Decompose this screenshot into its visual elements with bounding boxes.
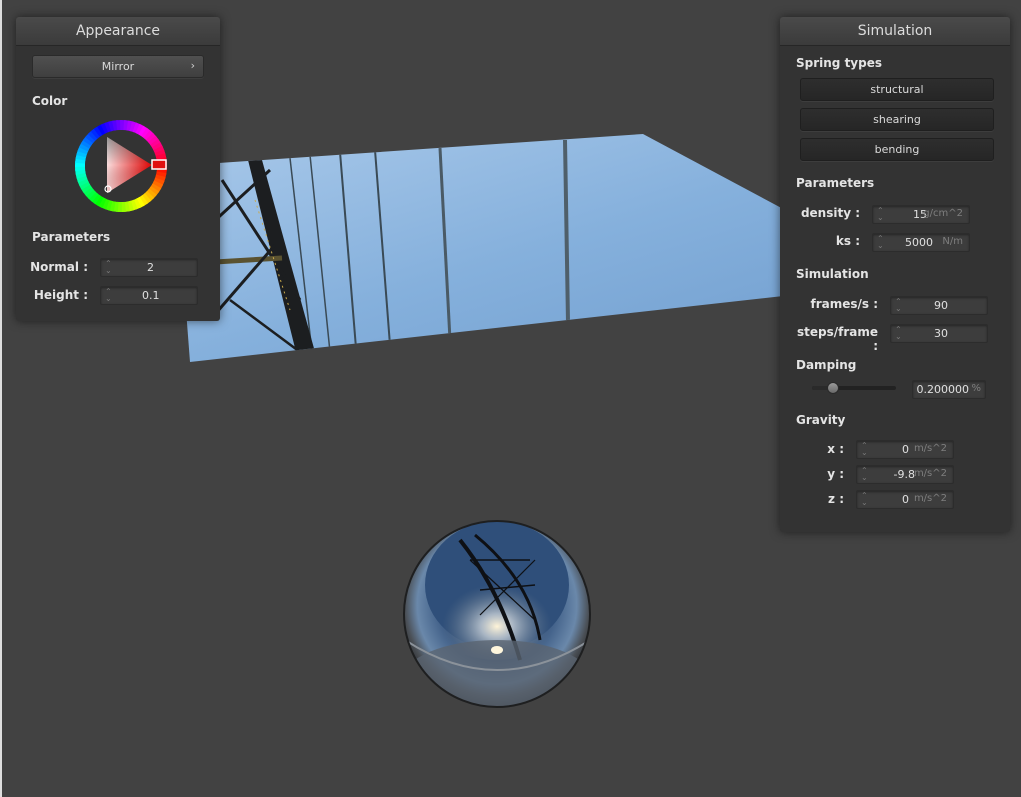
ks-label: ks :	[835, 234, 860, 248]
gravity-z-value: 0	[902, 493, 909, 506]
gravity-z-unit: m/s^2	[913, 493, 947, 504]
gravity-label: Gravity	[796, 413, 846, 427]
fps-label: frames/s :	[810, 297, 878, 311]
spring-types-label: Spring types	[796, 56, 883, 70]
gravity-x-input[interactable]: ⌃ ⌄ 0 m/s^2	[856, 440, 954, 459]
damping-unit: %	[971, 383, 981, 394]
damping-label: Damping	[796, 358, 857, 372]
appearance-parameters-label: Parameters	[32, 230, 111, 244]
simulation-panel: Simulation Spring types structural shear…	[780, 17, 1010, 532]
spinner-icon[interactable]: ⌃ ⌄	[861, 442, 868, 457]
spinner-icon[interactable]: ⌃ ⌄	[877, 235, 884, 250]
chevron-right-icon: ›	[190, 59, 195, 72]
color-label: Color	[32, 94, 68, 108]
height-input[interactable]: ⌃ ⌄ 0.1	[100, 286, 198, 305]
gravity-x-value: 0	[902, 443, 909, 456]
appearance-panel-title[interactable]: Appearance	[16, 17, 220, 46]
gravity-z-label: z :	[828, 492, 844, 506]
bending-button[interactable]: bending	[800, 138, 994, 161]
gravity-y-input[interactable]: ⌃ ⌄ -9.8 m/s^2	[856, 465, 954, 484]
damping-input[interactable]: 0.200000 %	[912, 380, 986, 399]
color-wheel[interactable]	[74, 119, 169, 214]
simulation-panel-title[interactable]: Simulation	[780, 17, 1010, 46]
height-value: 0.1	[142, 289, 160, 302]
mirror-sphere	[403, 520, 591, 708]
spinner-icon[interactable]: ⌃ ⌄	[895, 326, 902, 341]
appearance-panel: Appearance Mirror › Color Parameters Nor…	[16, 17, 220, 321]
fps-value: 90	[934, 299, 948, 312]
gravity-z-input[interactable]: ⌃ ⌄ 0 m/s^2	[856, 490, 954, 509]
ks-value: 5000	[905, 236, 933, 249]
damping-value: 0.200000	[916, 383, 970, 396]
density-label: density :	[800, 206, 860, 220]
damping-slider-handle[interactable]	[827, 382, 839, 394]
density-unit: g/cm^2	[923, 208, 963, 219]
gravity-y-label: y :	[827, 467, 844, 481]
normal-label: Normal :	[30, 260, 88, 274]
density-input[interactable]: ⌃ ⌄ 15 g/cm^2	[872, 205, 970, 224]
sim-parameters-label: Parameters	[796, 176, 875, 190]
simulation-section-label: Simulation	[796, 267, 869, 281]
spinner-icon[interactable]: ⌃ ⌄	[861, 467, 868, 482]
spinner-icon[interactable]: ⌃ ⌄	[861, 492, 868, 507]
damping-slider-track[interactable]	[812, 382, 896, 394]
ks-unit: N/m	[942, 236, 963, 247]
steps-label: steps/frame :	[796, 325, 878, 353]
gravity-y-unit: m/s^2	[913, 468, 947, 479]
shearing-button[interactable]: shearing	[800, 108, 994, 131]
hue-selector-handle[interactable]	[151, 159, 167, 170]
gravity-x-label: x :	[827, 442, 844, 456]
structural-button[interactable]: structural	[800, 78, 994, 101]
gravity-x-unit: m/s^2	[913, 443, 947, 454]
height-label: Height :	[33, 288, 88, 302]
spinner-icon[interactable]: ⌃ ⌄	[877, 207, 884, 222]
normal-value: 2	[147, 261, 154, 274]
ks-input[interactable]: ⌃ ⌄ 5000 N/m	[872, 233, 970, 252]
spinner-icon[interactable]: ⌃ ⌄	[105, 260, 112, 275]
material-dropdown[interactable]: Mirror ›	[32, 55, 204, 78]
spinner-icon[interactable]: ⌃ ⌄	[895, 298, 902, 313]
fps-input[interactable]: ⌃ ⌄ 90	[890, 296, 988, 315]
steps-input[interactable]: ⌃ ⌄ 30	[890, 324, 988, 343]
material-dropdown-label: Mirror	[101, 60, 135, 73]
steps-value: 30	[934, 327, 948, 340]
normal-input[interactable]: ⌃ ⌄ 2	[100, 258, 198, 277]
spinner-icon[interactable]: ⌃ ⌄	[105, 288, 112, 303]
gravity-y-value: -9.8	[893, 468, 915, 481]
